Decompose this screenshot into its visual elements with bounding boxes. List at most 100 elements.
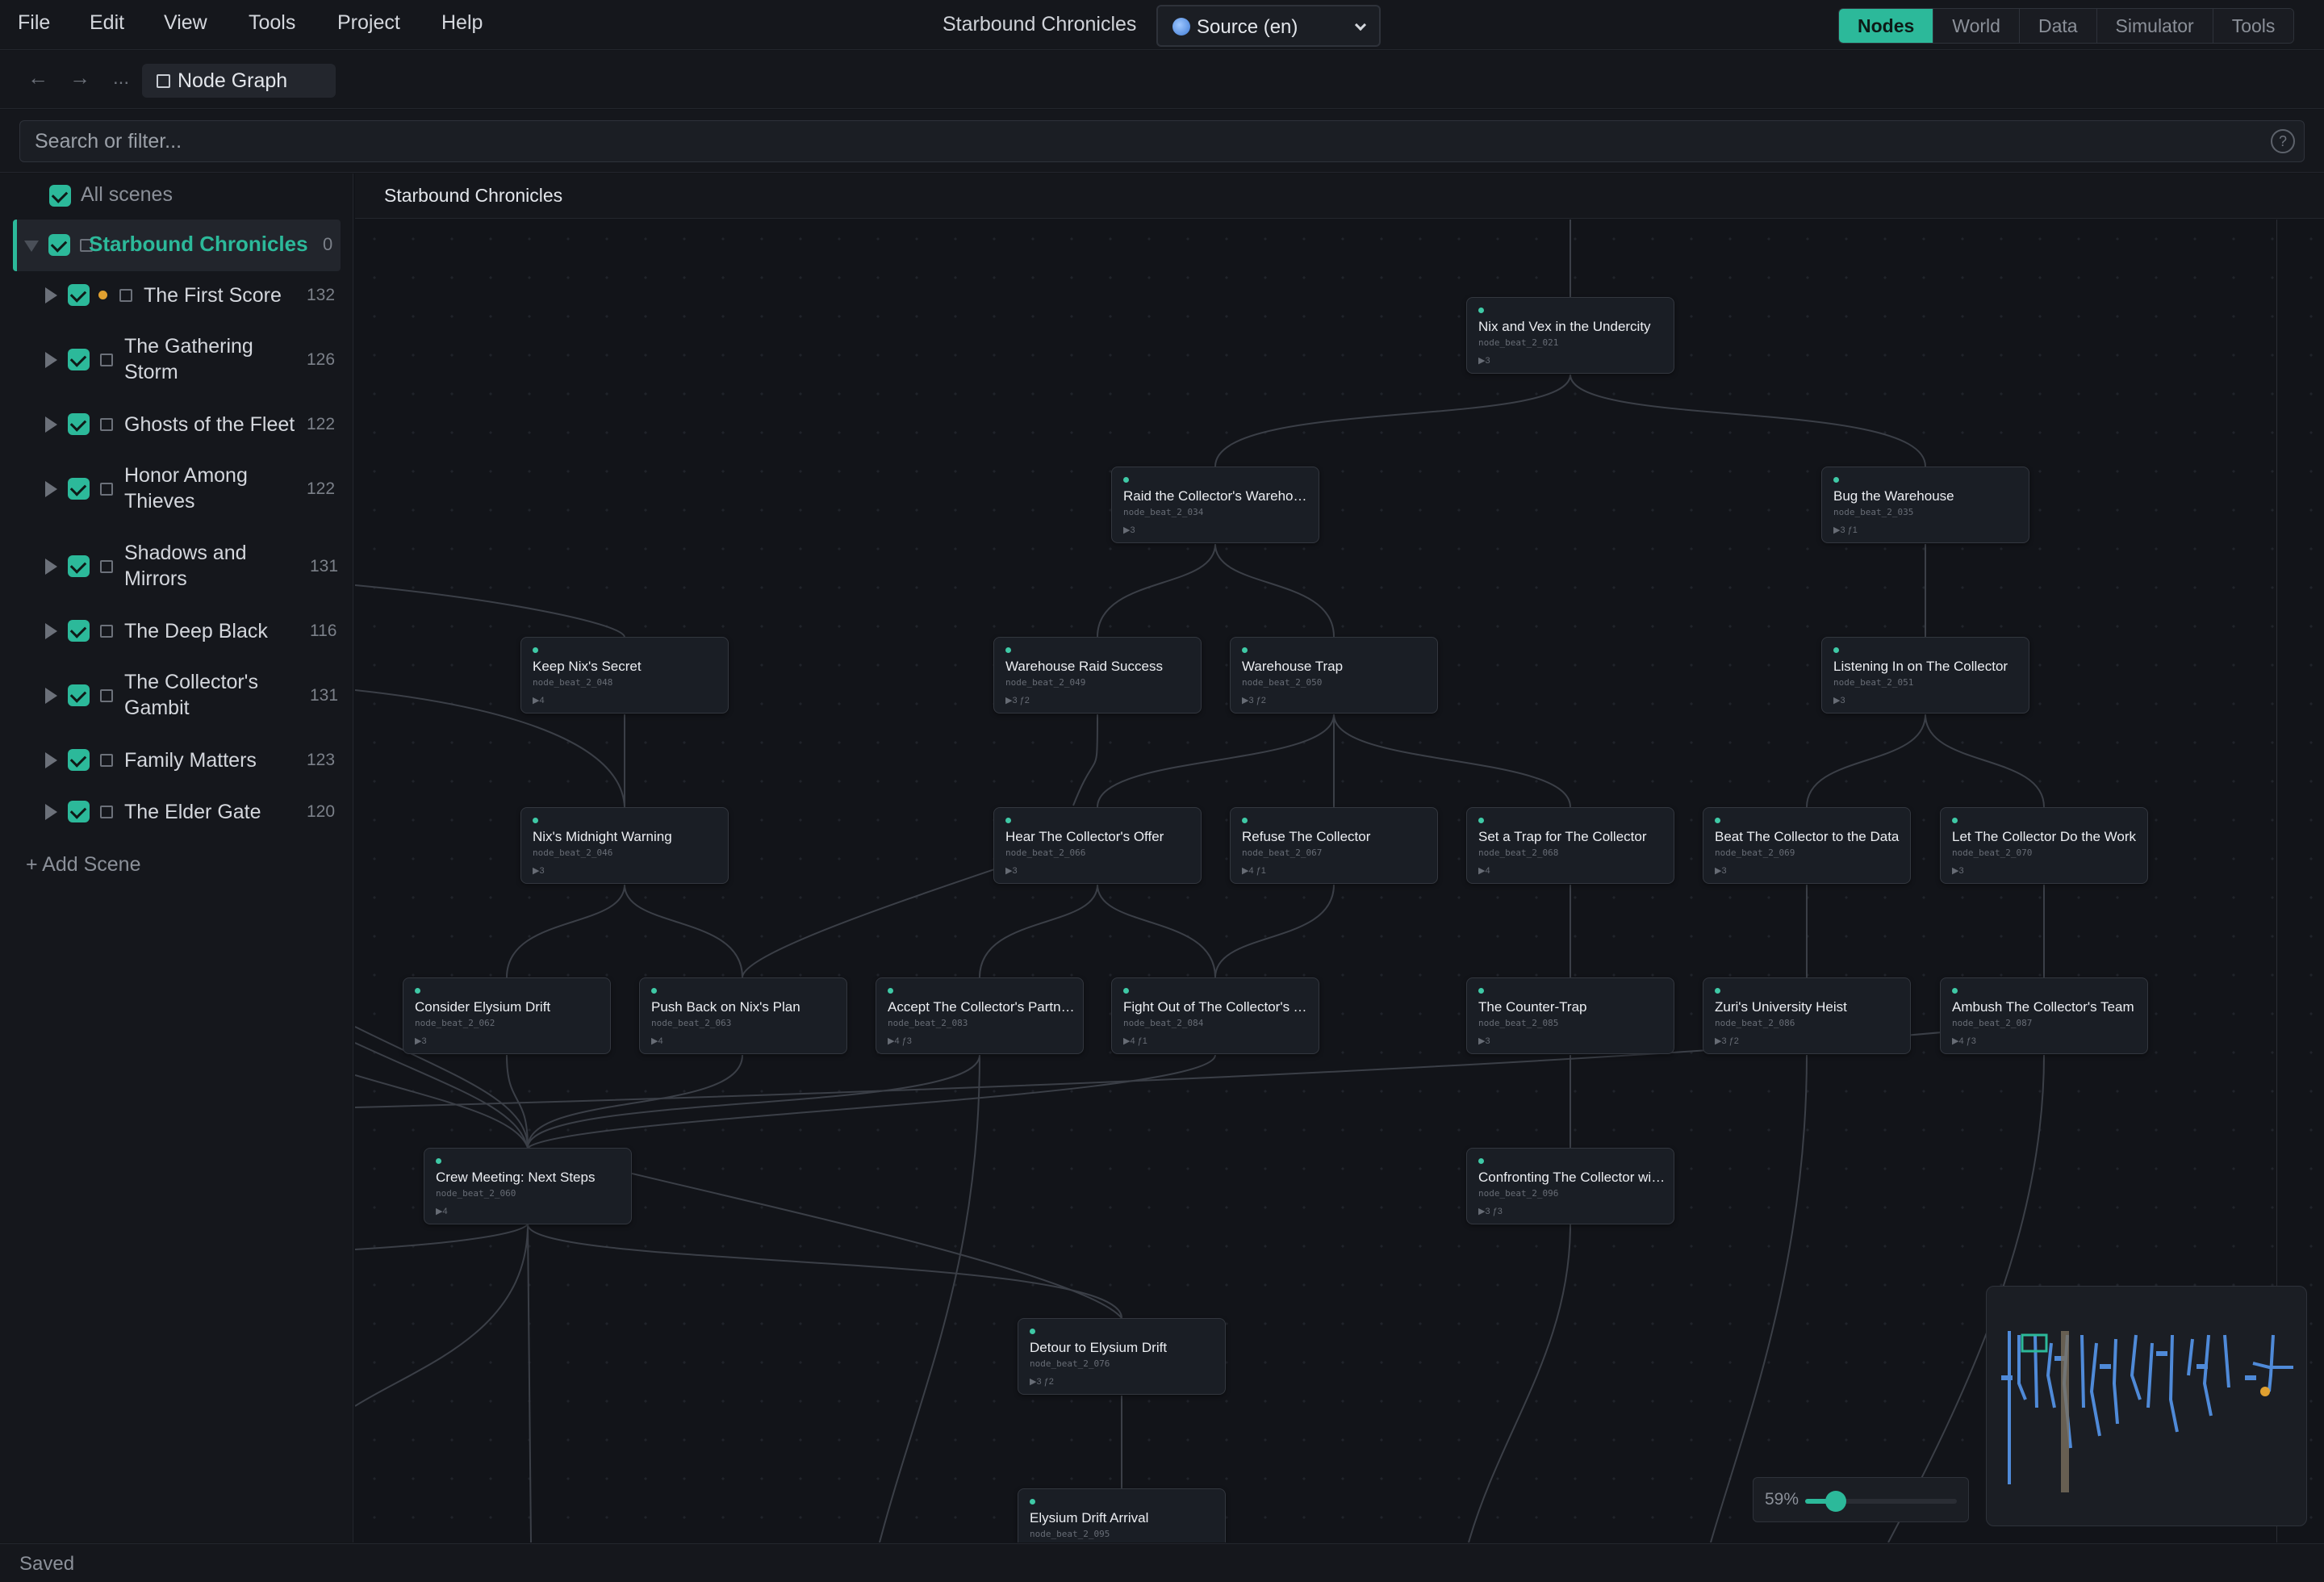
scene-checkbox[interactable]	[68, 555, 90, 577]
node-meta: ▶3 ƒ3	[1478, 1207, 1503, 1216]
locale-select[interactable]: Source (en)	[1156, 5, 1381, 47]
expand-arrow-icon[interactable]	[45, 352, 57, 368]
zoom-level-label: 59%	[1765, 1490, 1799, 1509]
tab-simulator[interactable]: Simulator	[2096, 9, 2213, 43]
scene-count: 122	[307, 415, 336, 433]
story-node[interactable]: Hear The Collector's Offer node_beat_2_0…	[993, 807, 1202, 884]
menu-bar: File Edit View Tools Project Help Starbo…	[0, 0, 2324, 50]
tab-nodes[interactable]: Nodes	[1839, 9, 1934, 43]
node-meta: ▶3	[1715, 866, 1727, 876]
menu-edit[interactable]: Edit	[90, 11, 124, 35]
expand-arrow-icon[interactable]	[45, 623, 57, 639]
scene-label-the-collectors-gambit[interactable]: The Collector's Gambit	[124, 669, 286, 721]
story-node[interactable]: Ambush The Collector's Team node_beat_2_…	[1940, 977, 2148, 1054]
story-node[interactable]: Keep Nix's Secret node_beat_2_048 ▶4	[520, 637, 729, 714]
scene-checkbox[interactable]	[68, 749, 90, 771]
node-title: Zuri's University Heist	[1715, 999, 1847, 1015]
breadcrumb-ellipsis[interactable]: ...	[113, 67, 129, 90]
story-node[interactable]: Push Back on Nix's Plan node_beat_2_063 …	[639, 977, 847, 1054]
scene-checkbox[interactable]	[68, 413, 90, 435]
scene-checkbox[interactable]	[68, 684, 90, 706]
scene-label-the-elder-gate[interactable]: The Elder Gate	[124, 799, 261, 825]
node-title: Warehouse Raid Success	[1005, 659, 1163, 674]
menu-file[interactable]: File	[18, 11, 50, 35]
story-node[interactable]: Warehouse Raid Success node_beat_2_049 ▶…	[993, 637, 1202, 714]
menu-project[interactable]: Project	[337, 11, 400, 35]
story-node[interactable]: Elysium Drift Arrival node_beat_2_095	[1018, 1488, 1226, 1542]
story-node[interactable]: The Counter-Trap node_beat_2_085 ▶3	[1466, 977, 1674, 1054]
scene-checkbox[interactable]	[68, 284, 90, 306]
story-node[interactable]: Beat The Collector to the Data node_beat…	[1703, 807, 1911, 884]
collapse-arrow-icon[interactable]	[24, 241, 39, 252]
scene-checkbox[interactable]	[68, 620, 90, 642]
breadcrumb-tab-node-graph[interactable]: Node Graph	[142, 64, 336, 98]
story-node[interactable]: Raid the Collector's Warehouse node_beat…	[1111, 467, 1319, 543]
story-node[interactable]: Nix and Vex in the Undercity node_beat_2…	[1466, 297, 1674, 374]
node-title: Push Back on Nix's Plan	[651, 999, 800, 1015]
scene-count: 122	[307, 479, 336, 498]
node-id: node_beat_2_096	[1478, 1188, 1559, 1199]
node-title: Elysium Drift Arrival	[1030, 1510, 1149, 1526]
expand-arrow-icon[interactable]	[45, 688, 57, 704]
root-scene-label[interactable]: Starbound Chronicles	[89, 232, 308, 257]
story-node[interactable]: Let The Collector Do the Work node_beat_…	[1940, 807, 2148, 884]
story-node[interactable]: Refuse The Collector node_beat_2_067 ▶4 …	[1230, 807, 1438, 884]
story-node[interactable]: Set a Trap for The Collector node_beat_2…	[1466, 807, 1674, 884]
scene-label-family-matters[interactable]: Family Matters	[124, 747, 257, 773]
story-node[interactable]: Listening In on The Collector node_beat_…	[1821, 637, 2029, 714]
node-id: node_beat_2_051	[1833, 677, 1914, 688]
expand-arrow-icon[interactable]	[45, 804, 57, 820]
scene-label-honor-among-thieves[interactable]: Honor Among Thieves	[124, 462, 286, 514]
tab-data[interactable]: Data	[2019, 9, 2097, 43]
scene-label-ghosts-of-the-fleet[interactable]: Ghosts of the Fleet	[124, 412, 295, 437]
node-meta: ▶4	[1478, 866, 1490, 876]
node-meta: ▶3 ƒ2	[1005, 696, 1030, 705]
scene-label-the-deep-black[interactable]: The Deep Black	[124, 618, 268, 644]
scene-checkbox[interactable]	[68, 478, 90, 500]
story-node[interactable]: Warehouse Trap node_beat_2_050 ▶3 ƒ2	[1230, 637, 1438, 714]
menu-help[interactable]: Help	[441, 11, 483, 35]
scene-label-shadows-and-mirrors[interactable]: Shadows and Mirrors	[124, 540, 286, 592]
menu-view[interactable]: View	[164, 11, 207, 35]
expand-arrow-icon[interactable]	[45, 752, 57, 768]
scene-count: 131	[310, 686, 339, 705]
scene-label-the-first-score[interactable]: The First Score	[144, 282, 282, 308]
expand-arrow-icon[interactable]	[45, 481, 57, 497]
add-scene-button[interactable]: + Add Scene	[26, 853, 140, 877]
story-node[interactable]: Zuri's University Heist node_beat_2_086 …	[1703, 977, 1911, 1054]
canvas-header: Starbound Chronicles	[355, 174, 2324, 219]
tab-tools[interactable]: Tools	[2213, 9, 2294, 43]
scene-count: 126	[307, 350, 336, 369]
all-scenes-checkbox[interactable]	[49, 185, 71, 207]
node-id: node_beat_2_095	[1030, 1529, 1110, 1539]
help-icon[interactable]: ?	[2271, 129, 2295, 153]
story-node[interactable]: Accept The Collector's Partnership node_…	[876, 977, 1084, 1054]
node-status-dot	[1123, 477, 1129, 483]
story-node[interactable]: Fight Out of The Collector's Trap node_b…	[1111, 977, 1319, 1054]
node-title: Fight Out of The Collector's Trap	[1123, 999, 1312, 1015]
expand-arrow-icon[interactable]	[45, 416, 57, 433]
story-node[interactable]: Bug the Warehouse node_beat_2_035 ▶3 ƒ1	[1821, 467, 2029, 543]
scene-checkbox[interactable]	[68, 349, 90, 370]
back-arrow-icon[interactable]: ←	[27, 65, 48, 90]
story-node[interactable]: Confronting The Collector with Proof nod…	[1466, 1148, 1674, 1224]
all-scenes-label[interactable]: All scenes	[81, 183, 173, 207]
tab-world[interactable]: World	[1933, 9, 2020, 43]
scene-square-icon	[119, 289, 132, 302]
story-node[interactable]: Consider Elysium Drift node_beat_2_062 ▶…	[403, 977, 611, 1054]
scene-label-the-gathering-storm[interactable]: The Gathering Storm	[124, 333, 286, 385]
zoom-slider-handle[interactable]	[1825, 1491, 1846, 1512]
expand-arrow-icon[interactable]	[45, 559, 57, 575]
search-input[interactable]	[19, 120, 2305, 162]
app-title: Starbound Chronicles	[943, 13, 1137, 36]
scene-checkbox[interactable]	[68, 801, 90, 822]
root-checkbox[interactable]	[48, 234, 70, 256]
menu-tools[interactable]: Tools	[249, 11, 295, 35]
story-node[interactable]: Nix's Midnight Warning node_beat_2_046 ▶…	[520, 807, 729, 884]
node-id: node_beat_2_062	[415, 1018, 495, 1028]
forward-arrow-icon[interactable]: →	[69, 65, 90, 90]
minimap[interactable]	[1986, 1286, 2307, 1526]
expand-arrow-icon[interactable]	[45, 287, 57, 303]
story-node[interactable]: Crew Meeting: Next Steps node_beat_2_060…	[424, 1148, 632, 1224]
story-node[interactable]: Detour to Elysium Drift node_beat_2_076 …	[1018, 1318, 1226, 1395]
